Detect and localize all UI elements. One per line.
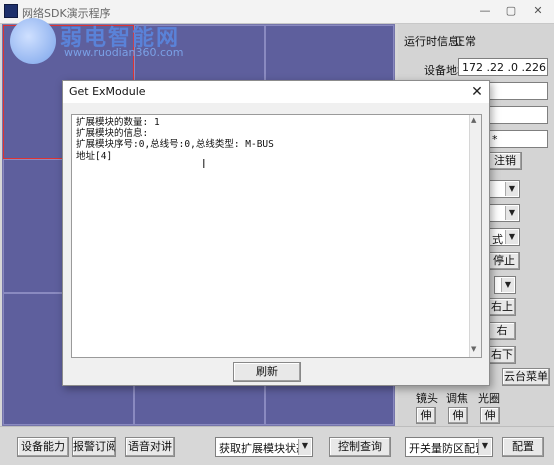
focus-in-button[interactable]: 伸: [448, 407, 468, 424]
ptz-downright-button[interactable]: 右下: [488, 346, 516, 364]
combo-4[interactable]: ▼: [494, 276, 516, 294]
app-icon: [4, 4, 18, 18]
output-line-4: 地址[4]: [76, 150, 113, 162]
status-value: 正常: [454, 35, 476, 48]
maximize-button[interactable]: ▢: [500, 3, 522, 19]
chevron-down-icon: ▼: [505, 206, 518, 220]
ptz-right-button[interactable]: 右: [488, 322, 516, 340]
ptz-upright-button[interactable]: 右上: [488, 298, 516, 316]
scroll-up-icon[interactable]: ▲: [471, 116, 476, 124]
ptz-menu-button[interactable]: 云台菜单: [502, 368, 550, 386]
chevron-down-icon: ▼: [505, 230, 518, 244]
output-line-1: 扩展模块的数量: 1: [76, 117, 160, 128]
minimize-button[interactable]: —: [474, 3, 496, 19]
username-input[interactable]: [488, 106, 548, 124]
output-line-3: 扩展模块序号:0,总线号:0,总线类型: M-BUS: [76, 139, 274, 151]
watermark-url: www.ruodian360.com: [64, 46, 184, 59]
focus-label: 调焦: [446, 392, 468, 405]
iris-open-button[interactable]: 伸: [480, 407, 500, 424]
chevron-down-icon: ▼: [501, 278, 514, 292]
alarm-subscribe-button[interactable]: 报警订阅: [72, 437, 116, 457]
device-capability-button[interactable]: 设备能力: [17, 437, 69, 457]
device-addr-input[interactable]: 172 .22 .0 .226: [458, 58, 548, 76]
combo-2[interactable]: ▼: [488, 204, 520, 222]
text-cursor-icon: I: [202, 157, 206, 171]
chevron-down-icon: ▼: [505, 182, 518, 196]
close-button[interactable]: ✕: [527, 3, 549, 19]
dialog-titlebar: Get ExModule ✕: [63, 81, 489, 103]
exmodule-output-textarea[interactable]: 扩展模块的数量: 1 扩展模块的信息: 扩展模块序号:0,总线号:0,总线类型: M…: [71, 114, 482, 358]
vertical-scrollbar[interactable]: ▲ ▼: [469, 115, 481, 357]
stop-button[interactable]: 停止: [488, 252, 520, 270]
output-text: 扩展模块的数量: 1 扩展模块的信息: 扩展模块序号:0,总线号:0,总线类型: M…: [76, 117, 274, 162]
watermark-logo-icon: [10, 18, 56, 64]
dialog-close-icon[interactable]: ✕: [467, 82, 487, 102]
zone-config-combo[interactable]: 开关量防区配置 ▼: [405, 437, 493, 457]
output-line-2: 扩展模块的信息:: [76, 128, 149, 140]
voice-talk-button[interactable]: 语音对讲: [125, 437, 175, 457]
dialog-title: Get ExModule: [69, 85, 146, 98]
watermark: 弱电智能网 www.ruodian360.com: [10, 18, 250, 64]
combo-1[interactable]: ▼: [488, 180, 520, 198]
config-button[interactable]: 配置: [502, 437, 544, 457]
chevron-down-icon: ▼: [298, 439, 311, 455]
control-query-button[interactable]: 控制查询: [329, 437, 391, 457]
port-input[interactable]: [488, 82, 548, 100]
scroll-down-icon[interactable]: ▼: [471, 345, 476, 353]
lens-label: 镜头: [416, 392, 438, 405]
password-input[interactable]: *: [488, 130, 548, 148]
logout-button[interactable]: 注销: [488, 152, 522, 170]
get-exmodule-dialog: Get ExModule ✕ 扩展模块的数量: 1 扩展模块的信息: 扩展模块序号:…: [62, 80, 490, 386]
chevron-down-icon: ▼: [478, 439, 491, 455]
bottom-bar: 设备能力 报警订阅 语音对讲 获取扩展模块状态 ▼ 控制查询 开关量防区配置 ▼ 配…: [0, 426, 554, 465]
ex-module-combo[interactable]: 获取扩展模块状态 ▼: [215, 437, 313, 457]
combo-3[interactable]: 式 ▼: [488, 228, 520, 246]
refresh-button[interactable]: 刷新: [233, 362, 301, 382]
zoom-in-button[interactable]: 伸: [416, 407, 436, 424]
iris-label: 光圈: [478, 392, 500, 405]
